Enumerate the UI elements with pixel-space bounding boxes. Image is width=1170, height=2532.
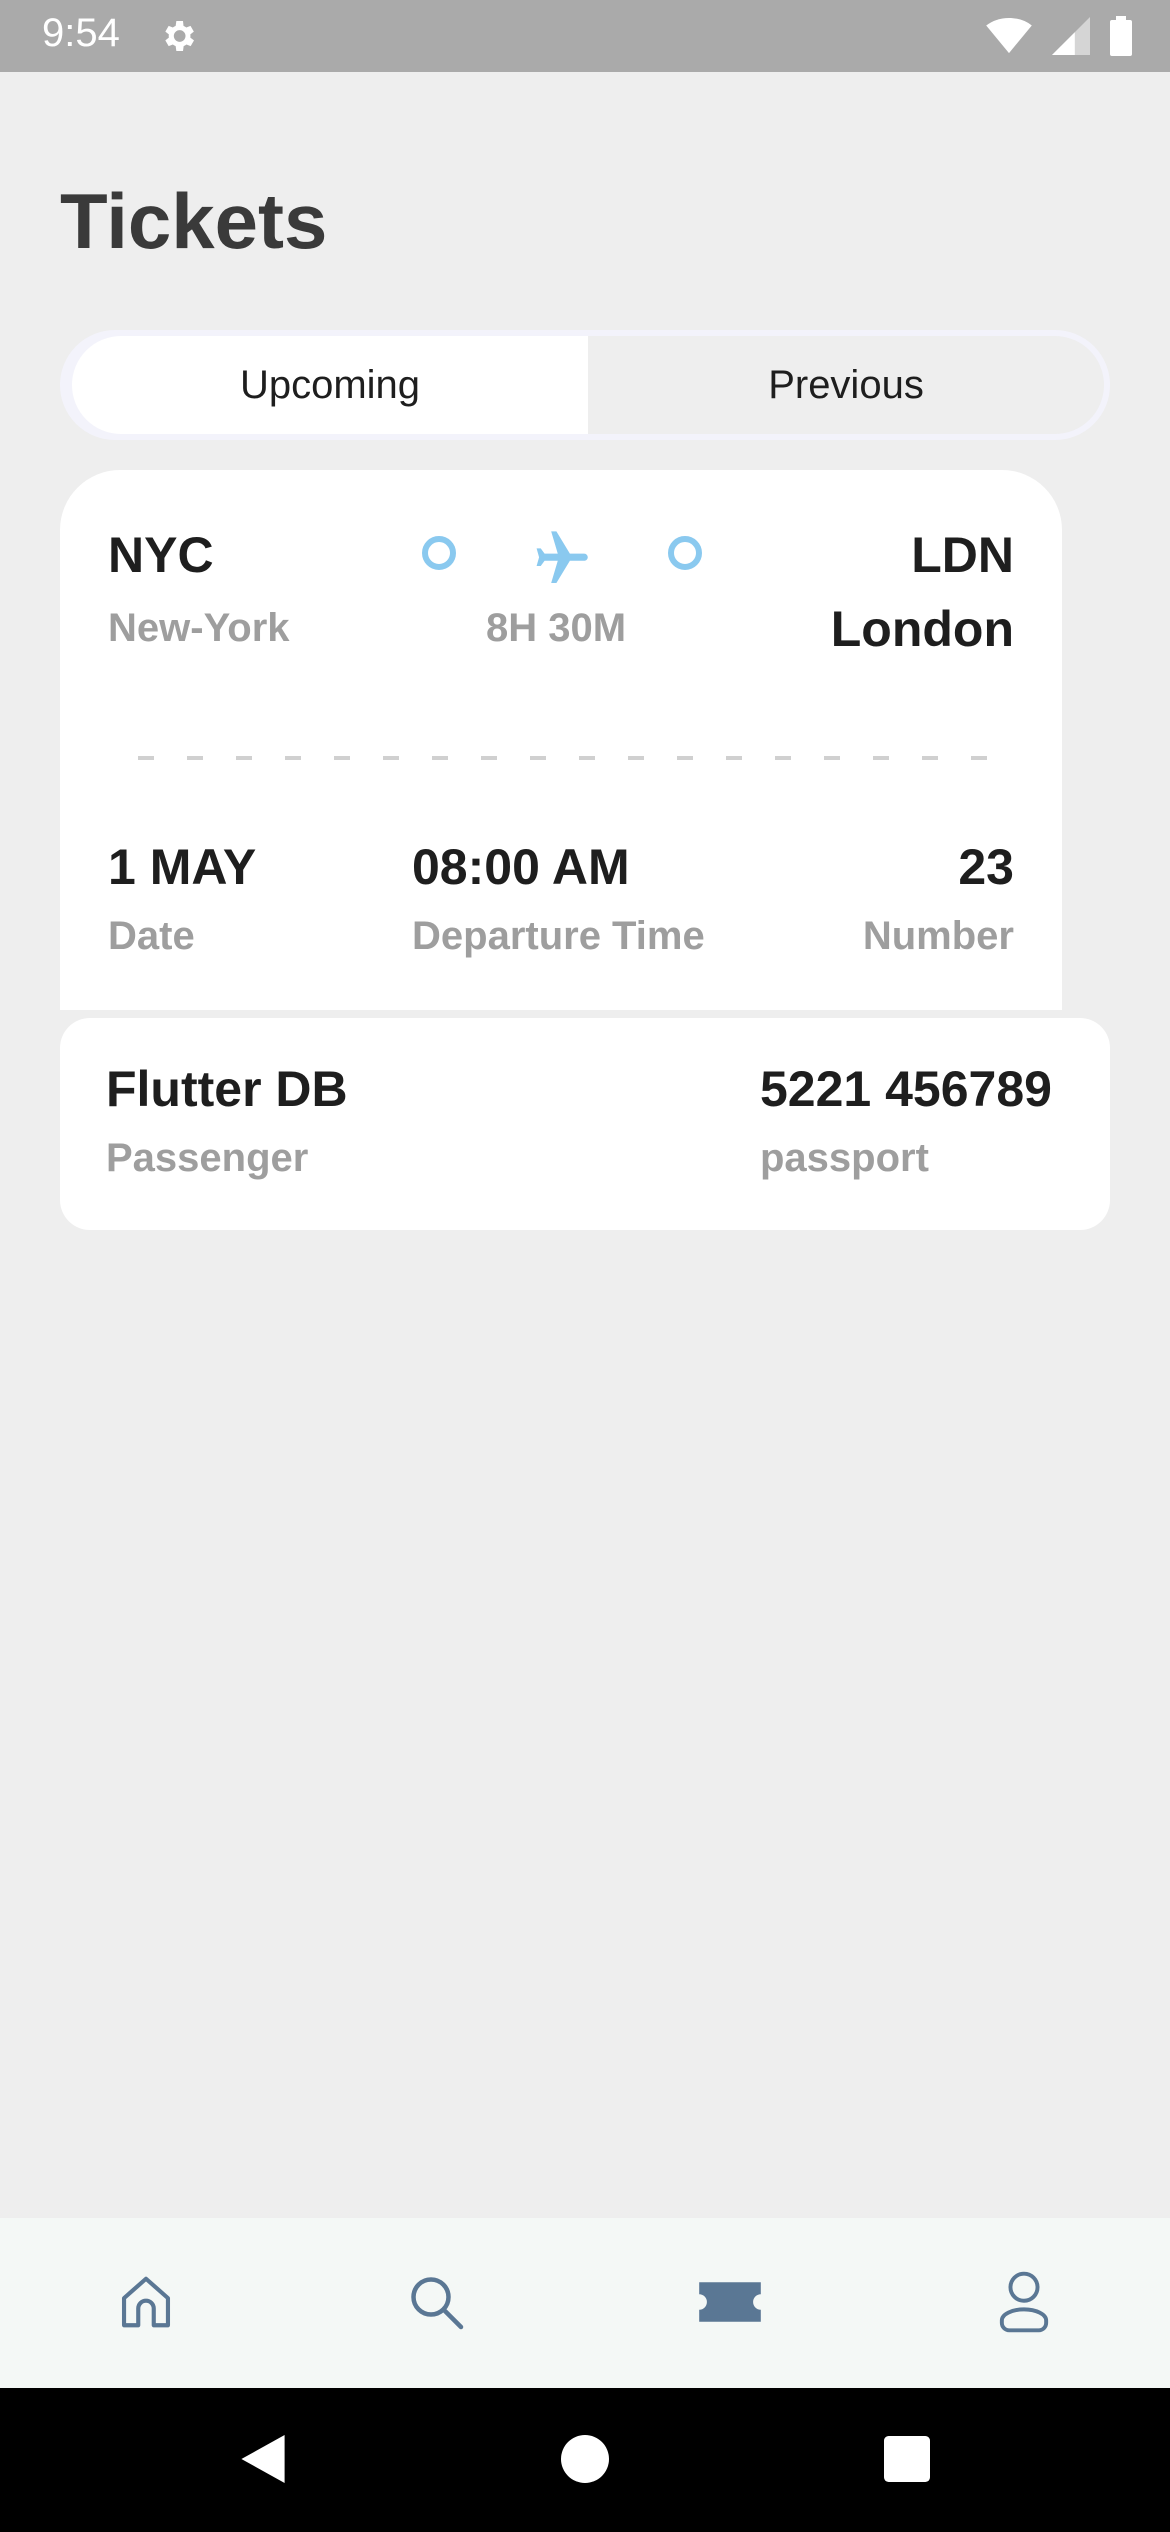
- back-triangle-icon: [241, 2435, 285, 2483]
- airplane-icon: [536, 531, 588, 584]
- home-icon: [121, 2276, 171, 2328]
- departure-city: New-York: [108, 606, 290, 650]
- passenger-label: Passenger: [106, 1136, 309, 1180]
- system-home-button[interactable]: [550, 2424, 620, 2494]
- tab-previous[interactable]: Previous: [588, 336, 1104, 434]
- profile-icon: [999, 2271, 1049, 2333]
- nav-home[interactable]: [106, 2262, 186, 2342]
- system-navigation-bar: [0, 2388, 1170, 2532]
- recents-square-icon: [884, 2436, 930, 2482]
- flight-number-label: Number: [862, 914, 1014, 958]
- passport-number: 5221 456789: [760, 1061, 1052, 1117]
- page-title: Tickets: [60, 177, 328, 265]
- system-back-button[interactable]: [228, 2424, 298, 2494]
- departure-code: NYC: [108, 527, 214, 583]
- passenger-card[interactable]: Flutter DB Passenger 5221 456789 passpor…: [60, 1018, 1110, 1230]
- flight-number: 23: [958, 839, 1014, 895]
- ticket-icon: [699, 2282, 761, 2322]
- ticket-tabs: Upcoming Previous: [60, 330, 1110, 440]
- arrival-city: London: [830, 601, 1014, 657]
- status-time: 9:54: [42, 11, 120, 55]
- battery-icon: [1110, 16, 1132, 56]
- search-icon: [411, 2277, 464, 2330]
- bottom-navigation: [0, 2218, 1170, 2388]
- home-circle-icon: [561, 2435, 609, 2483]
- flight-date: 1 MAY: [108, 839, 257, 895]
- passport-label: passport: [760, 1136, 929, 1180]
- nav-search[interactable]: [396, 2262, 476, 2342]
- nav-profile[interactable]: [984, 2262, 1064, 2342]
- passenger-name: Flutter DB: [106, 1061, 348, 1117]
- flight-duration: 8H 30M: [486, 606, 627, 650]
- ticket-divider: [138, 756, 998, 760]
- status-indicators: [986, 14, 1132, 58]
- departure-time-label: Departure Time: [412, 914, 705, 958]
- route-start-dot: [422, 536, 456, 570]
- cell-signal-icon: [1052, 17, 1090, 55]
- system-recents-button[interactable]: [872, 2424, 942, 2494]
- flight-date-label: Date: [108, 914, 195, 958]
- nav-tickets[interactable]: [690, 2262, 770, 2342]
- route-end-dot: [668, 536, 702, 570]
- ticket-card[interactable]: NYC New-York 8H 30M LDN London 1 MAY Dat…: [60, 470, 1062, 1010]
- wifi-icon: [986, 17, 1032, 54]
- tab-upcoming[interactable]: Upcoming: [72, 336, 588, 434]
- settings-gear-icon: [165, 21, 194, 51]
- status-bar: 9:54: [0, 0, 1170, 72]
- departure-time: 08:00 AM: [412, 839, 630, 895]
- arrival-code: LDN: [911, 527, 1014, 583]
